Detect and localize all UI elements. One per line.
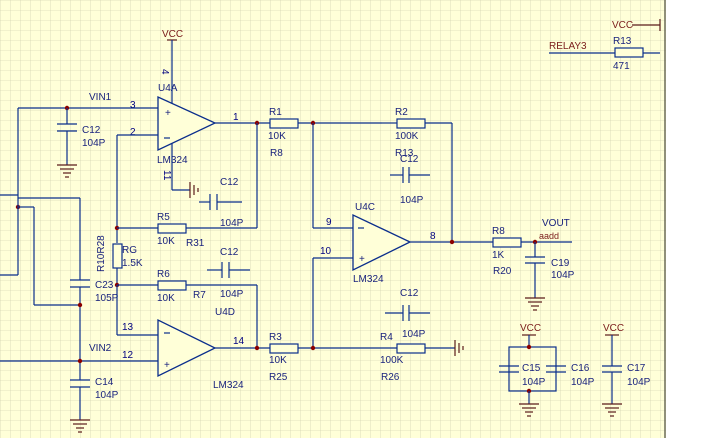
- c12-vin1-value: 104P: [82, 138, 106, 149]
- resistor-r3[interactable]: [269, 343, 299, 354]
- resistor-r13[interactable]: [614, 47, 644, 58]
- r5-alt: R31: [186, 238, 205, 249]
- junction: [254, 345, 260, 351]
- c12-r2-value: 104P: [400, 195, 424, 206]
- c12-u4a-value: 104P: [220, 218, 244, 229]
- r2-value: 100K: [395, 131, 419, 142]
- u4a-pin-minus: 2: [130, 127, 136, 138]
- u4c-pin-minus: 9: [326, 217, 332, 228]
- schematic-canvas: VCC RELAY3 R13 471 + U4A LM324 3 2 1 4 1…: [0, 0, 708, 438]
- junction: [77, 358, 83, 364]
- vcc-label-top: VCC: [162, 29, 183, 40]
- r6-ref: R6: [157, 269, 170, 280]
- r8-alt: R20: [493, 266, 512, 277]
- c15-value: 104P: [522, 377, 546, 388]
- u4c-pin-out: 8: [430, 231, 436, 242]
- u4d-part: LM324: [213, 380, 244, 391]
- c12-r6-value: 104P: [220, 289, 244, 300]
- vcc-label-c15: VCC: [520, 323, 541, 334]
- u4a-pin-gnd: 11: [161, 170, 172, 181]
- u4d-plus-sign: +: [164, 360, 170, 371]
- r4-value: 100K: [380, 355, 404, 366]
- c16-ref: C16: [571, 363, 590, 374]
- r5-value: 10K: [157, 236, 175, 247]
- sheet-margin: [666, 0, 708, 438]
- rg-ref: RG: [122, 245, 137, 256]
- r1-alt: R8: [270, 148, 283, 159]
- r3-ref: R3: [269, 332, 282, 343]
- c15-ref: C15: [522, 363, 541, 374]
- relay-net-label: RELAY3: [549, 41, 587, 52]
- resistor-r4[interactable]: [396, 343, 426, 354]
- junction: [449, 239, 455, 245]
- vout-net-label: VOUT: [542, 218, 570, 229]
- u4d-pin-plus: 12: [122, 350, 134, 361]
- c23-value: 105P: [95, 293, 119, 304]
- resistor-r2[interactable]: [396, 118, 426, 129]
- c12-r2-ref: C12: [400, 154, 419, 165]
- resistor-r6[interactable]: [157, 280, 187, 291]
- c16-value: 104P: [571, 377, 595, 388]
- r8-value: 1K: [492, 250, 505, 261]
- c14-ref: C14: [95, 377, 114, 388]
- vin1-net-label: VIN1: [89, 92, 112, 103]
- r13-ref: R13: [613, 36, 632, 47]
- u4a-pin-vcc: 4: [159, 69, 170, 75]
- u4c-plus-sign: +: [359, 254, 365, 265]
- c12-u4a-ref: C12: [220, 177, 239, 188]
- c12-vin1-ref: C12: [82, 125, 101, 136]
- junction: [526, 344, 532, 350]
- junction: [77, 302, 83, 308]
- vcc-label-right: VCC: [612, 20, 633, 31]
- r6-value: 10K: [157, 293, 175, 304]
- r5-ref: R5: [157, 212, 170, 223]
- u4c-pin-plus: 10: [320, 246, 332, 257]
- c19-ref: C19: [551, 258, 570, 269]
- r6-alt: R7: [193, 290, 206, 301]
- u4a-pin-out: 1: [233, 112, 239, 123]
- resistor-r1[interactable]: [269, 118, 299, 129]
- c19-value: 104P: [551, 270, 575, 281]
- vcc-label-c17: VCC: [603, 323, 624, 334]
- junction: [310, 345, 316, 351]
- rg-alt: R10R28: [96, 235, 107, 272]
- r8-ref: R8: [492, 226, 505, 237]
- r3-alt: R25: [269, 372, 288, 383]
- resistor-rg[interactable]: [112, 243, 123, 269]
- c17-ref: C17: [627, 363, 646, 374]
- u4d-ref: U4D: [215, 307, 235, 318]
- resistor-r8[interactable]: [492, 237, 522, 248]
- aadd-net-label: aadd: [539, 231, 559, 241]
- u4c-ref: U4C: [355, 202, 375, 213]
- r1-value: 10K: [268, 131, 286, 142]
- r4-ref: R4: [380, 332, 393, 343]
- u4d-pin-minus: 13: [122, 322, 134, 333]
- vin2-net-label: VIN2: [89, 343, 112, 354]
- c12-r4-value: 104P: [402, 329, 426, 340]
- rg-value: 1.5K: [122, 258, 143, 269]
- c23-ref: C23: [95, 280, 114, 291]
- c12-r4-ref: C12: [400, 288, 419, 299]
- c14-value: 104P: [95, 390, 119, 401]
- u4d-pin-out: 14: [233, 336, 245, 347]
- r1-ref: R1: [269, 107, 282, 118]
- resistor-r5[interactable]: [157, 223, 187, 234]
- u4a-pin-plus: 3: [130, 100, 136, 111]
- u4c-part: LM324: [353, 274, 384, 285]
- r3-value: 10K: [269, 355, 287, 366]
- u4a-ref: U4A: [158, 83, 178, 94]
- c17-value: 104P: [627, 377, 651, 388]
- c12-r6-ref: C12: [220, 247, 239, 258]
- r4-alt: R26: [381, 372, 400, 383]
- u4a-plus-sign: +: [165, 108, 171, 119]
- r13-value: 471: [613, 61, 630, 72]
- r2-ref: R2: [395, 107, 408, 118]
